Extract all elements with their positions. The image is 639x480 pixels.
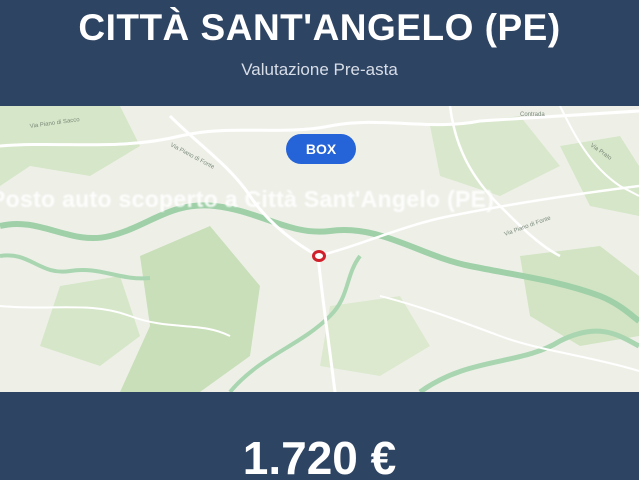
page-subtitle: Valutazione Pre-asta xyxy=(241,60,398,79)
location-marker-icon[interactable] xyxy=(312,250,326,262)
listing-card: CITTÀ SANT'ANGELO (PE) Valutazione Pre-a… xyxy=(0,0,639,480)
header-banner: CITTÀ SANT'ANGELO (PE) Valutazione Pre-a… xyxy=(0,0,639,106)
category-badge-box[interactable]: BOX xyxy=(286,134,356,164)
location-map[interactable]: Via Piano di Sacco Via Piano di Fonte Vi… xyxy=(0,106,639,392)
svg-text:Contrada: Contrada xyxy=(520,112,545,118)
listing-description-overlay: Posto auto scoperto a Città Sant'Angelo … xyxy=(0,186,495,212)
page-title: CITTÀ SANT'ANGELO (PE) xyxy=(78,7,561,48)
price-banner: 1.720 € xyxy=(0,392,639,480)
price-value: 1.720 € xyxy=(242,432,397,480)
